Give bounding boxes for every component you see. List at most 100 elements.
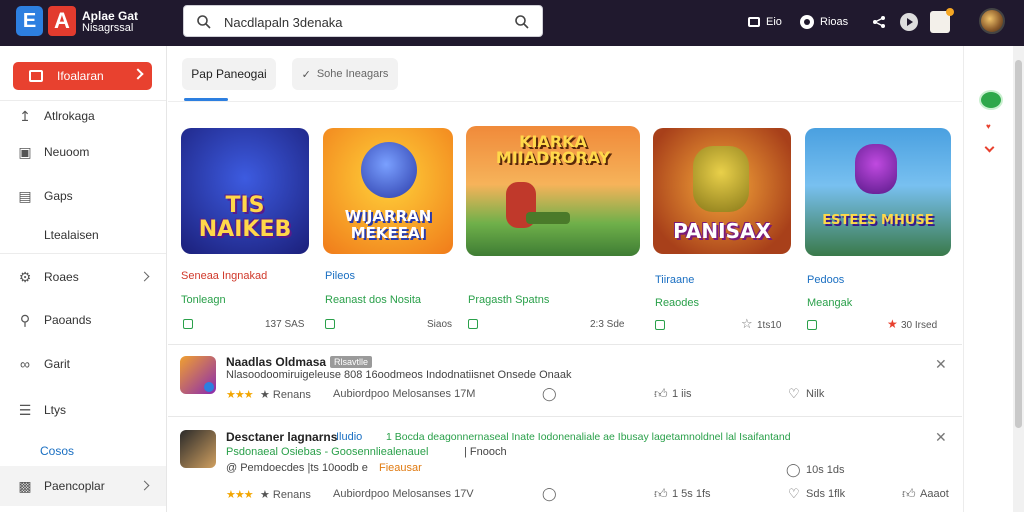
scrollbar-thumb[interactable] bbox=[1015, 60, 1022, 428]
row-title[interactable]: Naadlas Oldmasa bbox=[226, 355, 326, 369]
card-meta: 30 Irsed bbox=[901, 320, 938, 331]
sidebar-item-0[interactable]: ↥ Atlrokaga bbox=[0, 99, 166, 133]
row-thumbnail[interactable] bbox=[180, 430, 216, 468]
row-stat: Aubiordpoo Melosanses 17M bbox=[333, 388, 476, 400]
sidebar-item-3[interactable]: Ltealaisen bbox=[0, 218, 166, 252]
sidebar-item-7[interactable]: ☰ Ltys bbox=[0, 393, 166, 427]
card-subtitle: Tonleagn bbox=[181, 294, 226, 306]
star-icon: ★ bbox=[887, 317, 898, 331]
like-count: 1 5s 1fs bbox=[672, 488, 711, 500]
brand-tagline: Nisagrssal bbox=[82, 22, 134, 34]
main-content: Pap Paneogai ✓ Sohe Ineagars TIS NAIKEB … bbox=[168, 46, 962, 512]
row-count: Sds 1flk bbox=[806, 488, 846, 500]
game-thumbnail[interactable]: KIARKA MIIADRORAY bbox=[466, 126, 640, 256]
row-green-tail: | Fnooch bbox=[464, 446, 507, 458]
sidebar-item-6[interactable]: ∞ Garit bbox=[0, 347, 166, 381]
rating-stars: ★★★ bbox=[226, 489, 254, 501]
row-orange-badge: Fieausar bbox=[379, 462, 422, 474]
divider bbox=[0, 253, 166, 254]
row-badge: Rlsavtlle bbox=[330, 356, 373, 368]
row-extra: Aaaot bbox=[920, 488, 949, 500]
star-outline-icon: ☆ bbox=[741, 316, 753, 331]
card-title[interactable]: Seneaa Ingnakad bbox=[181, 270, 267, 282]
row-count: Nilk bbox=[806, 388, 825, 400]
rating-label: ★ Renans bbox=[260, 389, 311, 401]
like-count: 1 iis bbox=[672, 388, 692, 400]
share-button[interactable] bbox=[872, 12, 886, 32]
game-thumbnail[interactable]: WIJARRAN MEKEEAI bbox=[323, 128, 453, 254]
brand-logo-e[interactable]: E bbox=[16, 6, 43, 36]
card-subtitle: Reaodes bbox=[655, 297, 700, 309]
chevron-down-icon[interactable] bbox=[984, 142, 995, 153]
game-title-art: KIARKA MIIADRORAY bbox=[495, 132, 611, 167]
game-thumbnail[interactable]: ESTEES MHUSE bbox=[805, 128, 951, 256]
scrollbar[interactable] bbox=[1013, 46, 1024, 512]
thumb-up-icon[interactable]: 👍︎ bbox=[654, 486, 668, 502]
tab-secondary[interactable]: ✓ Sohe Ineagars bbox=[292, 58, 398, 90]
right-panel: ♥ bbox=[963, 46, 1013, 512]
menu-icon: ☰ bbox=[18, 401, 32, 418]
avatar[interactable] bbox=[979, 8, 1005, 34]
play-button[interactable] bbox=[900, 12, 918, 32]
row-green-line: Psdonaeal Osiebas - Goosennliealenauel bbox=[226, 446, 429, 458]
window-icon bbox=[29, 70, 43, 82]
row-orange-line: @ Pemdoecdes |ts 10oodb e bbox=[226, 462, 368, 474]
sidebar-item-4[interactable]: ⚙ Roaes bbox=[0, 260, 166, 294]
search-input[interactable] bbox=[224, 12, 504, 32]
card-title[interactable]: Tiiraane bbox=[655, 274, 694, 286]
document-icon: ▣ bbox=[18, 143, 32, 160]
chat-icon[interactable] bbox=[979, 90, 1003, 110]
sidebar-item-2[interactable]: ▤ Gaps bbox=[0, 179, 166, 213]
comment-icon bbox=[468, 319, 478, 329]
sidebar-item-active[interactable]: Ifoalaran bbox=[13, 62, 152, 90]
rating-label: ★ Renans bbox=[260, 489, 311, 501]
close-icon[interactable]: ✕ bbox=[935, 429, 947, 446]
info-icon[interactable]: ◯ bbox=[542, 386, 557, 402]
sidebar-item-5[interactable]: ⚲ Paoands bbox=[0, 303, 166, 337]
rating-stars: ★★★ bbox=[226, 389, 254, 401]
settings-icon: ⚙ bbox=[18, 268, 32, 285]
search-box bbox=[183, 5, 543, 37]
row-stat: Aubiordpoo Melosanses 17V bbox=[333, 488, 474, 500]
info-icon[interactable]: ◯ bbox=[542, 486, 557, 502]
row-link[interactable]: Iludio bbox=[336, 431, 362, 443]
card-subtitle: Reanast dos Nosita bbox=[325, 294, 421, 306]
row-info: 10s 1ds bbox=[806, 464, 845, 476]
card-title[interactable]: Pileos bbox=[325, 270, 355, 282]
sidebar: Ifoalaran ↥ Atlrokaga ▣ Neuoom ▤ Gaps Lt… bbox=[0, 46, 167, 512]
search-submit-icon[interactable] bbox=[514, 14, 530, 30]
comment-icon bbox=[325, 319, 335, 329]
app-icon[interactable] bbox=[930, 8, 954, 33]
sidebar-item-8[interactable]: Cosos bbox=[0, 434, 166, 468]
record-icon bbox=[800, 15, 814, 29]
card-meta: Siaos bbox=[427, 319, 453, 330]
game-thumbnail[interactable]: TIS NAIKEB bbox=[181, 128, 309, 254]
card-subtitle: Meangak bbox=[807, 297, 853, 309]
thumb-up-icon[interactable]: 👍︎ bbox=[902, 486, 916, 502]
bookmark-icon: ▩ bbox=[18, 477, 32, 494]
info-icon[interactable]: ◯ bbox=[786, 462, 801, 478]
thumb-up-icon[interactable]: 👍︎ bbox=[654, 386, 668, 402]
sidebar-item-9[interactable]: ▩ Paencoplar bbox=[0, 466, 166, 506]
comment-icon bbox=[807, 320, 817, 330]
heart-icon[interactable]: ♥ bbox=[986, 122, 991, 131]
upload-icon: ↥ bbox=[19, 107, 31, 124]
brand-logo-a[interactable]: A bbox=[48, 6, 76, 36]
row-title[interactable]: Desctaner lagnarns bbox=[226, 430, 337, 444]
topbar-item-2[interactable]: Rioas bbox=[800, 12, 848, 32]
like-icon[interactable]: ♡ bbox=[788, 386, 800, 402]
close-icon[interactable]: ✕ bbox=[935, 356, 947, 373]
chevron-right-icon bbox=[139, 480, 150, 491]
card-title[interactable]: Pedoos bbox=[807, 274, 844, 286]
tab-primary[interactable]: Pap Paneogai bbox=[182, 58, 276, 90]
link-icon: ∞ bbox=[20, 356, 30, 372]
sidebar-item-1[interactable]: ▣ Neuoom bbox=[0, 135, 166, 169]
brand-name: Aplae Gat bbox=[82, 9, 139, 23]
card-meta: 137 SAS bbox=[265, 319, 305, 330]
row-thumbnail[interactable] bbox=[180, 356, 216, 394]
play-icon bbox=[900, 13, 918, 31]
game-thumbnail[interactable]: PANISAX bbox=[653, 128, 791, 254]
topbar-item-1[interactable]: Eio bbox=[748, 12, 782, 32]
character-art bbox=[693, 146, 749, 212]
like-icon[interactable]: ♡ bbox=[788, 486, 800, 502]
